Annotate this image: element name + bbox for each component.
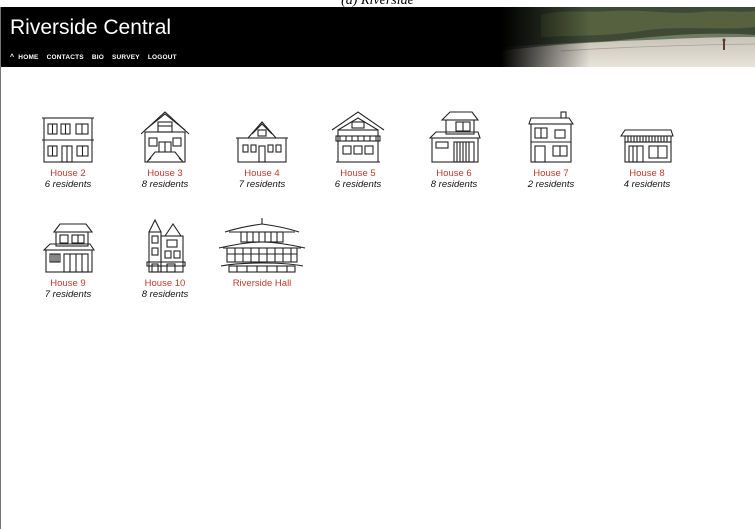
house-name[interactable]: House 5 bbox=[310, 168, 406, 179]
house-card[interactable]: House 2 6 residents bbox=[20, 108, 116, 190]
gabled-house-icon bbox=[140, 111, 190, 163]
apartment-house-icon bbox=[42, 117, 94, 163]
nav-survey[interactable]: SURVEY bbox=[112, 54, 140, 62]
house-name[interactable]: Riverside Hall bbox=[210, 278, 314, 289]
house-card[interactable]: House 3 8 residents bbox=[117, 108, 213, 190]
beach-photo bbox=[501, 7, 755, 67]
site-title[interactable]: Riverside Central bbox=[10, 16, 171, 40]
house-residents: 8 residents bbox=[141, 289, 189, 300]
chalet-house-icon bbox=[331, 111, 385, 163]
nav-home-label: HOME bbox=[18, 54, 39, 61]
house-card[interactable]: House 6 8 residents bbox=[406, 108, 502, 190]
long-house-icon bbox=[619, 129, 674, 163]
house-residents: 8 residents bbox=[141, 179, 189, 190]
house-name[interactable]: House 3 bbox=[117, 168, 213, 179]
house-residents: 7 residents bbox=[238, 179, 286, 190]
chevron-up-icon: ^ bbox=[10, 54, 15, 61]
house-card[interactable]: Riverside Hall bbox=[210, 218, 314, 289]
box-house-icon bbox=[528, 111, 575, 163]
house-name[interactable]: House 9 bbox=[20, 278, 116, 289]
figure-caption: (a) Riverside bbox=[0, 0, 755, 7]
house-card[interactable]: House 5 6 residents bbox=[310, 108, 406, 190]
nav-home[interactable]: ^ HOME bbox=[10, 54, 39, 62]
nav-logout[interactable]: LOGOUT bbox=[148, 54, 177, 62]
house-name[interactable]: House 7 bbox=[503, 168, 599, 179]
house-card[interactable]: House 7 2 residents bbox=[503, 108, 599, 190]
nav-bio[interactable]: BIO bbox=[92, 54, 104, 62]
two-story-house-icon bbox=[42, 223, 96, 273]
house-name[interactable]: House 4 bbox=[214, 168, 310, 179]
japanese-house-icon bbox=[428, 111, 481, 163]
house-residents: 6 residents bbox=[334, 179, 382, 190]
house-card[interactable]: House 8 4 residents bbox=[599, 108, 695, 190]
house-residents: 7 residents bbox=[44, 289, 92, 300]
house-card[interactable]: House 10 8 residents bbox=[117, 218, 213, 300]
house-name[interactable]: House 2 bbox=[20, 168, 116, 179]
house-name[interactable]: House 10 bbox=[117, 278, 213, 289]
house-residents: 4 residents bbox=[623, 179, 671, 190]
main-nav: ^ HOME CONTACTS BIO SURVEY LOGOUT bbox=[10, 54, 185, 62]
house-name[interactable]: House 6 bbox=[406, 168, 502, 179]
nav-contacts[interactable]: CONTACTS bbox=[47, 54, 84, 62]
cottage-house-icon bbox=[236, 121, 288, 163]
pagoda-hall-icon bbox=[218, 218, 306, 273]
house-name[interactable]: House 8 bbox=[599, 168, 695, 179]
house-residents: 2 residents bbox=[527, 179, 575, 190]
site-header: Riverside Central ^ HOME CONTACTS BIO SU… bbox=[1, 7, 755, 67]
house-card[interactable]: House 9 7 residents bbox=[20, 218, 116, 300]
house-residents: 8 residents bbox=[430, 179, 478, 190]
page-border bbox=[0, 7, 1, 529]
house-card[interactable]: House 4 7 residents bbox=[214, 108, 310, 190]
house-residents: 6 residents bbox=[44, 179, 92, 190]
victorian-house-icon bbox=[146, 218, 186, 273]
